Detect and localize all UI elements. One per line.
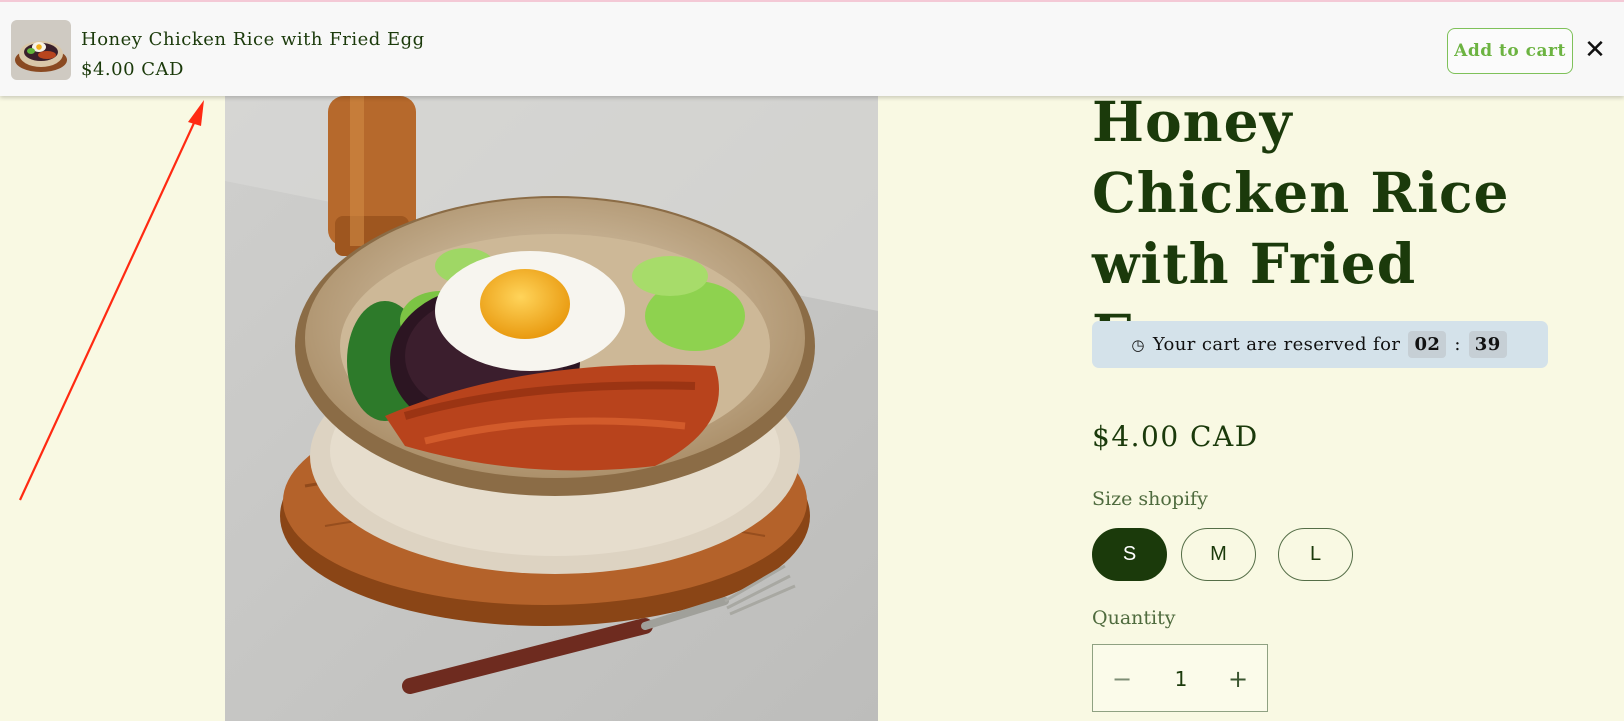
sticky-add-to-cart-bar: Honey Chicken Rice with Fried Egg $4.00 …: [0, 0, 1624, 96]
quantity-stepper: − 1 +: [1092, 644, 1268, 712]
quantity-increment-button[interactable]: +: [1209, 645, 1267, 713]
quantity-decrement-button[interactable]: −: [1093, 645, 1151, 713]
quantity-label: Quantity: [1092, 607, 1176, 629]
product-image[interactable]: [225, 96, 878, 721]
size-option-m[interactable]: M: [1181, 528, 1256, 581]
timer-minutes: 02: [1408, 331, 1447, 358]
clock-icon: ◷: [1131, 335, 1145, 354]
size-option-s[interactable]: S: [1092, 528, 1167, 581]
product-price: $4.00 CAD: [1092, 420, 1259, 453]
cart-reservation-timer: ◷ Your cart are reserved for 02 : 39: [1092, 321, 1548, 368]
sticky-product-title: Honey Chicken Rice with Fried Egg: [81, 29, 425, 50]
timer-separator: :: [1454, 334, 1461, 355]
reservation-text: Your cart are reserved for: [1152, 334, 1401, 355]
product-thumbnail[interactable]: [11, 20, 71, 80]
timer-seconds: 39: [1468, 331, 1507, 358]
close-icon[interactable]: ✕: [1583, 35, 1607, 65]
add-to-cart-button[interactable]: Add to cart: [1447, 28, 1573, 74]
size-label: Size shopify: [1092, 488, 1208, 510]
sticky-product-price: $4.00 CAD: [81, 59, 184, 80]
quantity-input[interactable]: 1: [1151, 645, 1211, 713]
size-option-l[interactable]: L: [1278, 528, 1353, 581]
